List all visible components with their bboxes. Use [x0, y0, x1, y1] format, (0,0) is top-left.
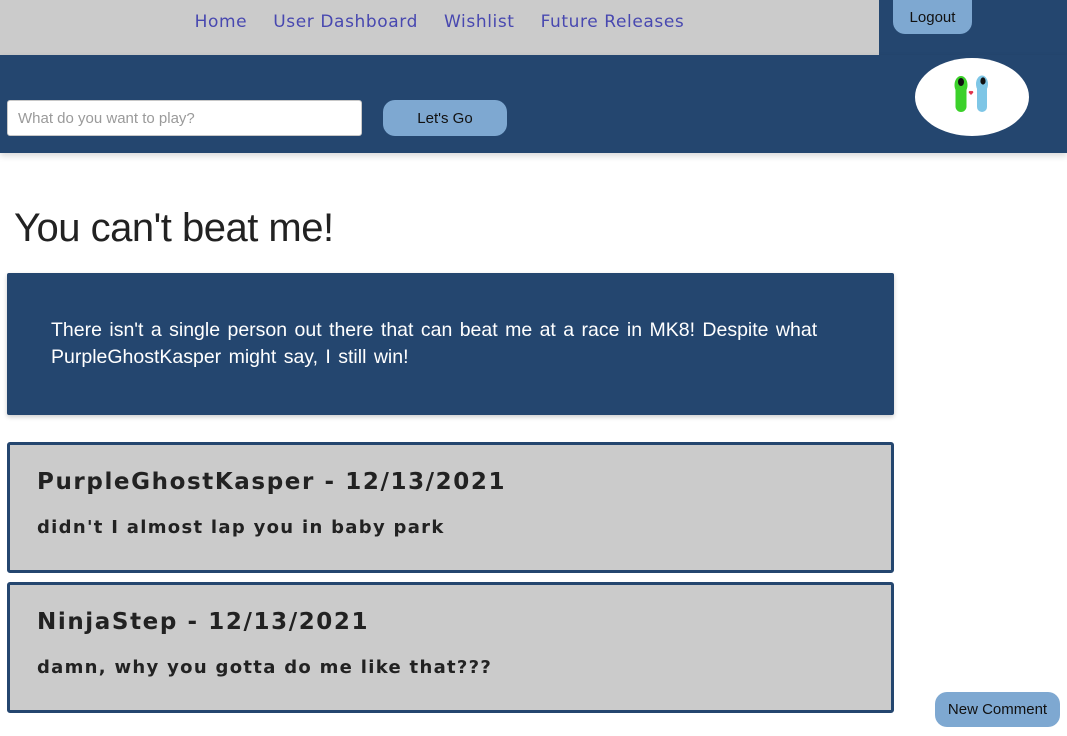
- comment-header: PurpleGhostKasper - 12/13/2021: [37, 469, 507, 495]
- post-body-text: There isn't a single person out there th…: [51, 319, 818, 368]
- alien-characters-avatar-icon: [954, 75, 988, 112]
- lets-go-button[interactable]: Let's Go: [383, 100, 507, 136]
- nav-wishlist-link[interactable]: Wishlist: [444, 12, 515, 32]
- top-nav: Home User Dashboard Wishlist Future Rele…: [0, 0, 879, 55]
- comment-text: didn't I almost lap you in baby park: [37, 517, 445, 538]
- nav-home-link[interactable]: Home: [195, 12, 248, 32]
- nav-user-dashboard-link[interactable]: User Dashboard: [273, 12, 418, 32]
- comment-card: NinjaStep - 12/13/2021 damn, why you got…: [7, 582, 894, 713]
- comment-text: damn, why you gotta do me like that???: [37, 657, 493, 678]
- page: Home User Dashboard Wishlist Future Rele…: [0, 0, 1067, 736]
- search-input[interactable]: [7, 100, 362, 136]
- comment-card: PurpleGhostKasper - 12/13/2021 didn't I …: [7, 442, 894, 573]
- logout-button[interactable]: Logout: [893, 0, 972, 34]
- avatar[interactable]: [915, 58, 1029, 136]
- post-body-card: There isn't a single person out there th…: [7, 273, 894, 415]
- comment-header: NinjaStep - 12/13/2021: [37, 609, 370, 635]
- new-comment-button[interactable]: New Comment: [935, 692, 1060, 727]
- post-title: You can't beat me!: [14, 206, 334, 250]
- nav-future-releases-link[interactable]: Future Releases: [541, 12, 685, 32]
